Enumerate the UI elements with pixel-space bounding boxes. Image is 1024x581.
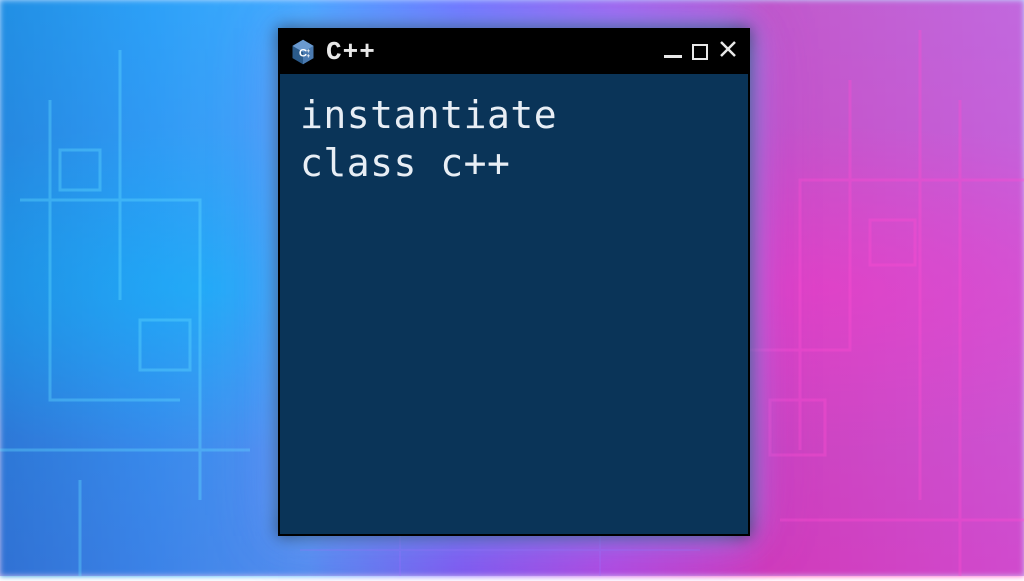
close-icon xyxy=(718,39,738,66)
maximize-icon xyxy=(692,44,708,60)
window-titlebar[interactable]: C + + C++ xyxy=(280,30,748,74)
content-line-1: instantiate xyxy=(300,93,557,137)
minimize-button[interactable] xyxy=(664,47,682,58)
window-controls xyxy=(664,39,738,66)
minimize-icon xyxy=(664,55,682,58)
maximize-button[interactable] xyxy=(692,44,708,60)
close-button[interactable] xyxy=(718,39,738,66)
titlebar-left: C + + C++ xyxy=(288,37,376,67)
cpp-logo-icon: C + + xyxy=(288,37,318,67)
content-line-2: class c++ xyxy=(300,141,510,185)
terminal-content: instantiate class c++ xyxy=(280,74,748,205)
terminal-window: C + + C++ in xyxy=(278,28,750,536)
window-title: C++ xyxy=(326,37,376,67)
svg-text:+: + xyxy=(306,53,310,60)
